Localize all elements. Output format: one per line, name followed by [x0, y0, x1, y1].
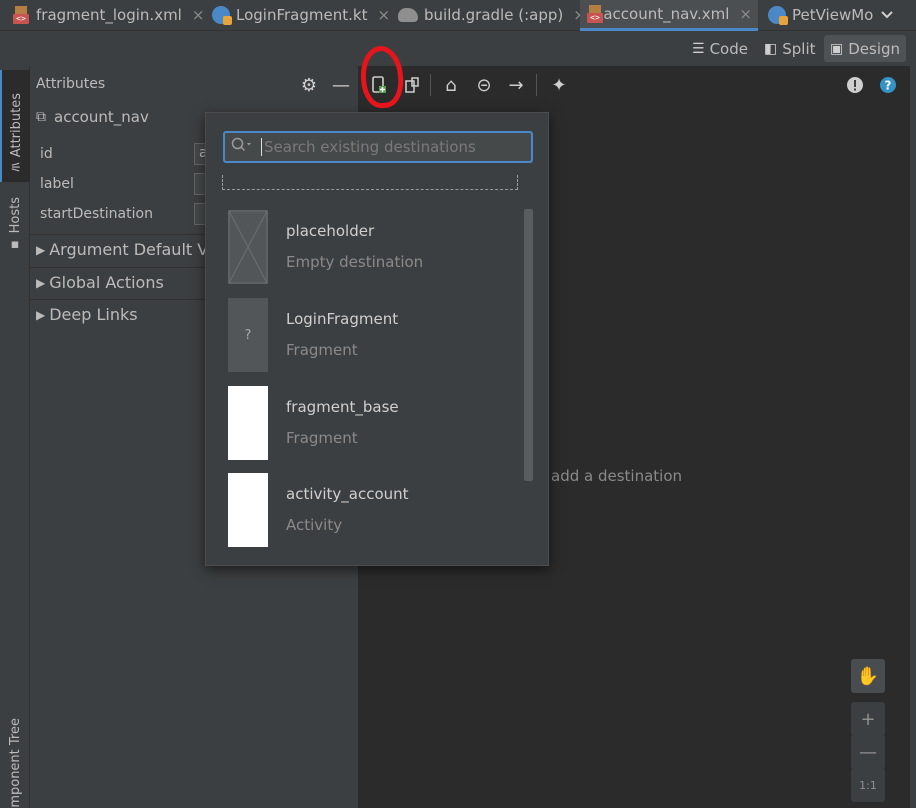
close-icon[interactable]: ×	[377, 6, 390, 24]
zoom-in-button[interactable]: +	[851, 702, 885, 736]
nav-graph-name: account_nav	[54, 108, 149, 126]
split-view-label: Split	[782, 39, 816, 58]
expand-triangle-icon: ▶	[36, 275, 46, 290]
right-tool-strip	[910, 66, 916, 808]
layout-preview-thumbnail	[228, 473, 268, 547]
tab-label: LoginFragment.kt	[236, 6, 368, 24]
gradle-icon	[398, 8, 418, 22]
destination-name: fragment_base	[286, 398, 399, 416]
expand-triangle-icon: ▶	[36, 307, 46, 322]
destination-item-fragment-base[interactable]: fragment_base Fragment	[228, 386, 528, 460]
nested-graph-icon[interactable]	[402, 72, 422, 98]
view-mode-bar: ☰ Code ◧ Split ▣ Design	[0, 31, 916, 66]
attributes-header-label: Attributes	[36, 76, 106, 92]
destination-item-placeholder[interactable]: placeholder Empty destination	[228, 210, 528, 284]
nav-graph-title: ⧉ account_nav	[36, 108, 149, 126]
layout-preview-thumbnail	[228, 386, 268, 460]
component-tree-tool-label: mponent Tree	[7, 718, 23, 808]
xml-layout-icon: <>	[12, 6, 30, 24]
label-label: label	[40, 176, 74, 192]
tool-window-strip: Attributes ⚟ Hosts ▪ mponent Tree	[0, 66, 30, 808]
section-label: Argument Default Va	[49, 240, 217, 259]
pan-hand-icon[interactable]: ✋	[851, 659, 885, 693]
auto-arrange-sparkle-icon[interactable]: ✦	[548, 72, 570, 98]
kotlin-file-icon	[768, 6, 788, 25]
search-icon	[231, 137, 253, 157]
tab-build-gradle[interactable]: build.gradle (:app) ×	[392, 0, 592, 30]
close-icon[interactable]: ×	[739, 5, 752, 23]
destination-name: activity_account	[286, 485, 409, 503]
destination-type: Fragment	[286, 429, 358, 447]
help-icon[interactable]: ?	[877, 72, 899, 98]
section-label: Deep Links	[49, 305, 138, 324]
text-caret	[261, 138, 262, 156]
tab-petviewmodel[interactable]: PetViewMo	[762, 0, 879, 30]
hosts-tool-tab[interactable]: Hosts ▪	[0, 190, 30, 254]
split-view-button[interactable]: ◧ Split	[758, 35, 822, 62]
design-view-button[interactable]: ▣ Design	[824, 35, 907, 62]
tab-account-nav[interactable]: <> account_nav.xml ×	[580, 0, 758, 31]
attributes-tool-tab[interactable]: Attributes ⚟	[0, 70, 30, 182]
start-destination-label: startDestination	[40, 206, 153, 222]
tab-label: build.gradle (:app)	[424, 6, 564, 24]
tab-fragment-login[interactable]: <> fragment_login.xml ×	[6, 0, 210, 30]
zoom-out-button[interactable]: —	[851, 735, 885, 769]
placeholder-thumbnail	[228, 210, 268, 284]
link-icon[interactable]: ⊝	[472, 72, 496, 98]
unknown-layout-thumbnail: ?	[228, 298, 268, 372]
warning-icon[interactable]	[844, 72, 866, 98]
expand-triangle-icon: ▶	[36, 242, 46, 257]
nav-graph-icon: ⧉	[36, 109, 46, 125]
destination-type: Fragment	[286, 341, 358, 359]
dashed-drop-zone	[222, 175, 518, 190]
code-view-label: Code	[709, 39, 748, 58]
minimize-icon[interactable]: —	[330, 72, 352, 98]
svg-text:?: ?	[885, 79, 892, 93]
hosts-tool-label: Hosts	[7, 196, 23, 233]
zoom-actual-size-button[interactable]: 1:1	[851, 768, 885, 802]
destination-search-input[interactable]: Search existing destinations	[223, 131, 533, 163]
id-label: id	[40, 146, 53, 162]
editor-tab-bar: <> fragment_login.xml × LoginFragment.kt…	[0, 0, 916, 31]
close-icon[interactable]: ×	[192, 6, 205, 24]
tab-label: PetViewMo	[792, 6, 874, 24]
home-icon[interactable]: ⌂	[440, 72, 462, 98]
tab-overflow-chevron-icon[interactable]	[874, 0, 900, 30]
tab-label: fragment_login.xml	[36, 6, 182, 24]
code-view-button[interactable]: ☰ Code	[686, 35, 754, 62]
code-view-icon: ☰	[692, 40, 705, 57]
design-view-icon: ▣	[830, 40, 844, 57]
add-destination-popup: Search existing destinations placeholder…	[205, 112, 549, 566]
destination-item-loginfragment[interactable]: ? LoginFragment Fragment	[228, 298, 528, 372]
xml-layout-icon: <>	[586, 5, 603, 23]
kotlin-file-icon	[212, 6, 232, 25]
tab-label: account_nav.xml	[603, 5, 730, 23]
settings-gear-icon[interactable]: ⚙	[298, 72, 320, 98]
hosts-icon: ▪	[10, 237, 20, 252]
attributes-tool-label: Attributes	[8, 92, 24, 157]
tab-login-fragment-kt[interactable]: LoginFragment.kt ×	[206, 0, 396, 30]
destination-type: Empty destination	[286, 253, 424, 271]
canvas-hint: add a destination	[551, 467, 683, 485]
destination-item-activity-account[interactable]: activity_account Activity	[228, 473, 528, 547]
sliders-icon: ⚟	[10, 161, 22, 176]
component-tree-tool-tab[interactable]: mponent Tree	[0, 716, 30, 808]
split-view-icon: ◧	[764, 40, 778, 57]
section-label: Global Actions	[49, 273, 164, 292]
destination-name: LoginFragment	[286, 310, 399, 328]
design-view-label: Design	[848, 39, 901, 58]
destination-type: Activity	[286, 516, 343, 534]
destination-name: placeholder	[286, 222, 375, 240]
search-placeholder: Search existing destinations	[264, 138, 476, 156]
arrow-right-icon[interactable]: →	[505, 72, 527, 98]
